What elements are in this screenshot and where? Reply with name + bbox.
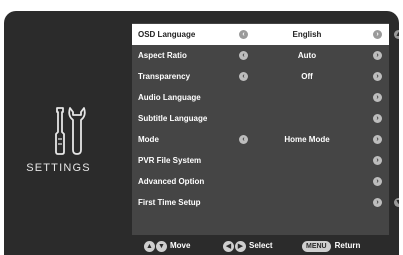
move-hint: ▲ ▼ Move (144, 240, 190, 252)
menu-item-label: Audio Language (138, 93, 201, 102)
menu-item-advanced-option[interactable]: Advanced Option › (132, 171, 389, 192)
settings-title: SETTINGS (26, 162, 91, 174)
menu-button-icon: MENU (302, 240, 331, 252)
menu-item-mode[interactable]: Mode ‹ Home Mode › (132, 129, 389, 150)
menu-item-first-time-setup[interactable]: First Time Setup › (132, 192, 389, 213)
menu-item-label: Subtitle Language (138, 114, 208, 123)
menu-item-value: Auto (297, 51, 317, 60)
menu-item-label: OSD Language (138, 30, 196, 39)
right-arrow-icon[interactable]: › (373, 93, 382, 102)
scroll-up-icon[interactable]: ▲ (394, 30, 399, 39)
right-arrow-icon[interactable]: › (373, 135, 382, 144)
return-hint: MENU Return (302, 240, 360, 252)
return-label: Return (334, 241, 361, 250)
settings-sidebar: SETTINGS (4, 11, 124, 255)
menu-item-value: English (292, 30, 322, 39)
right-arrow-icon[interactable]: › (373, 114, 382, 123)
right-arrow-icon[interactable]: › (373, 30, 382, 39)
menu-item-value: Home Mode (284, 135, 330, 144)
right-arrow-icon[interactable]: › (373, 177, 382, 186)
right-arrow-icon[interactable]: › (373, 72, 382, 81)
menu-item-pvr-file-system[interactable]: PVR File System › (132, 150, 389, 171)
down-arrow-icon: ▼ (156, 240, 167, 252)
right-arrow-icon[interactable]: › (373, 198, 382, 207)
menu-item-aspect-ratio[interactable]: Aspect Ratio ‹ Auto › (132, 45, 389, 66)
footer-hints: ▲ ▼ Move ◀ ▶ Select MENU Return (4, 237, 399, 255)
menu-item-subtitle-language[interactable]: Subtitle Language › (132, 108, 389, 129)
menu-item-label: PVR File System (138, 156, 202, 165)
menu-item-value: Off (301, 72, 313, 81)
menu-item-osd-language[interactable]: OSD Language ‹ English › (132, 24, 389, 45)
menu-item-audio-language[interactable]: Audio Language › (132, 87, 389, 108)
menu-item-label: Aspect Ratio (138, 51, 187, 60)
tv-screen: SETTINGS OSD Language ‹ English › Aspect Rat… (4, 11, 399, 255)
menu-item-label: Advanced Option (138, 177, 205, 186)
left-arrow-icon: ◀ (223, 240, 234, 252)
menu-item-label: Mode (138, 135, 159, 144)
right-arrow-icon[interactable]: › (373, 51, 382, 60)
right-arrow-icon[interactable]: › (373, 156, 382, 165)
menu-item-transparency[interactable]: Transparency ‹ Off › (132, 66, 389, 87)
wrench-screwdriver-icon (55, 107, 86, 155)
menu-item-label: Transparency (138, 72, 191, 81)
menu-item-label: First Time Setup (138, 198, 201, 207)
up-arrow-icon: ▲ (144, 240, 155, 252)
move-label: Move (170, 241, 191, 250)
settings-menu: OSD Language ‹ English › Aspect Ratio ‹ Auto › T… (132, 23, 389, 235)
select-hint: ◀ ▶ Select (223, 240, 273, 252)
scroll-down-icon[interactable]: ▼ (394, 198, 399, 207)
select-label: Select (249, 241, 273, 250)
right-arrow-icon: ▶ (235, 240, 246, 252)
